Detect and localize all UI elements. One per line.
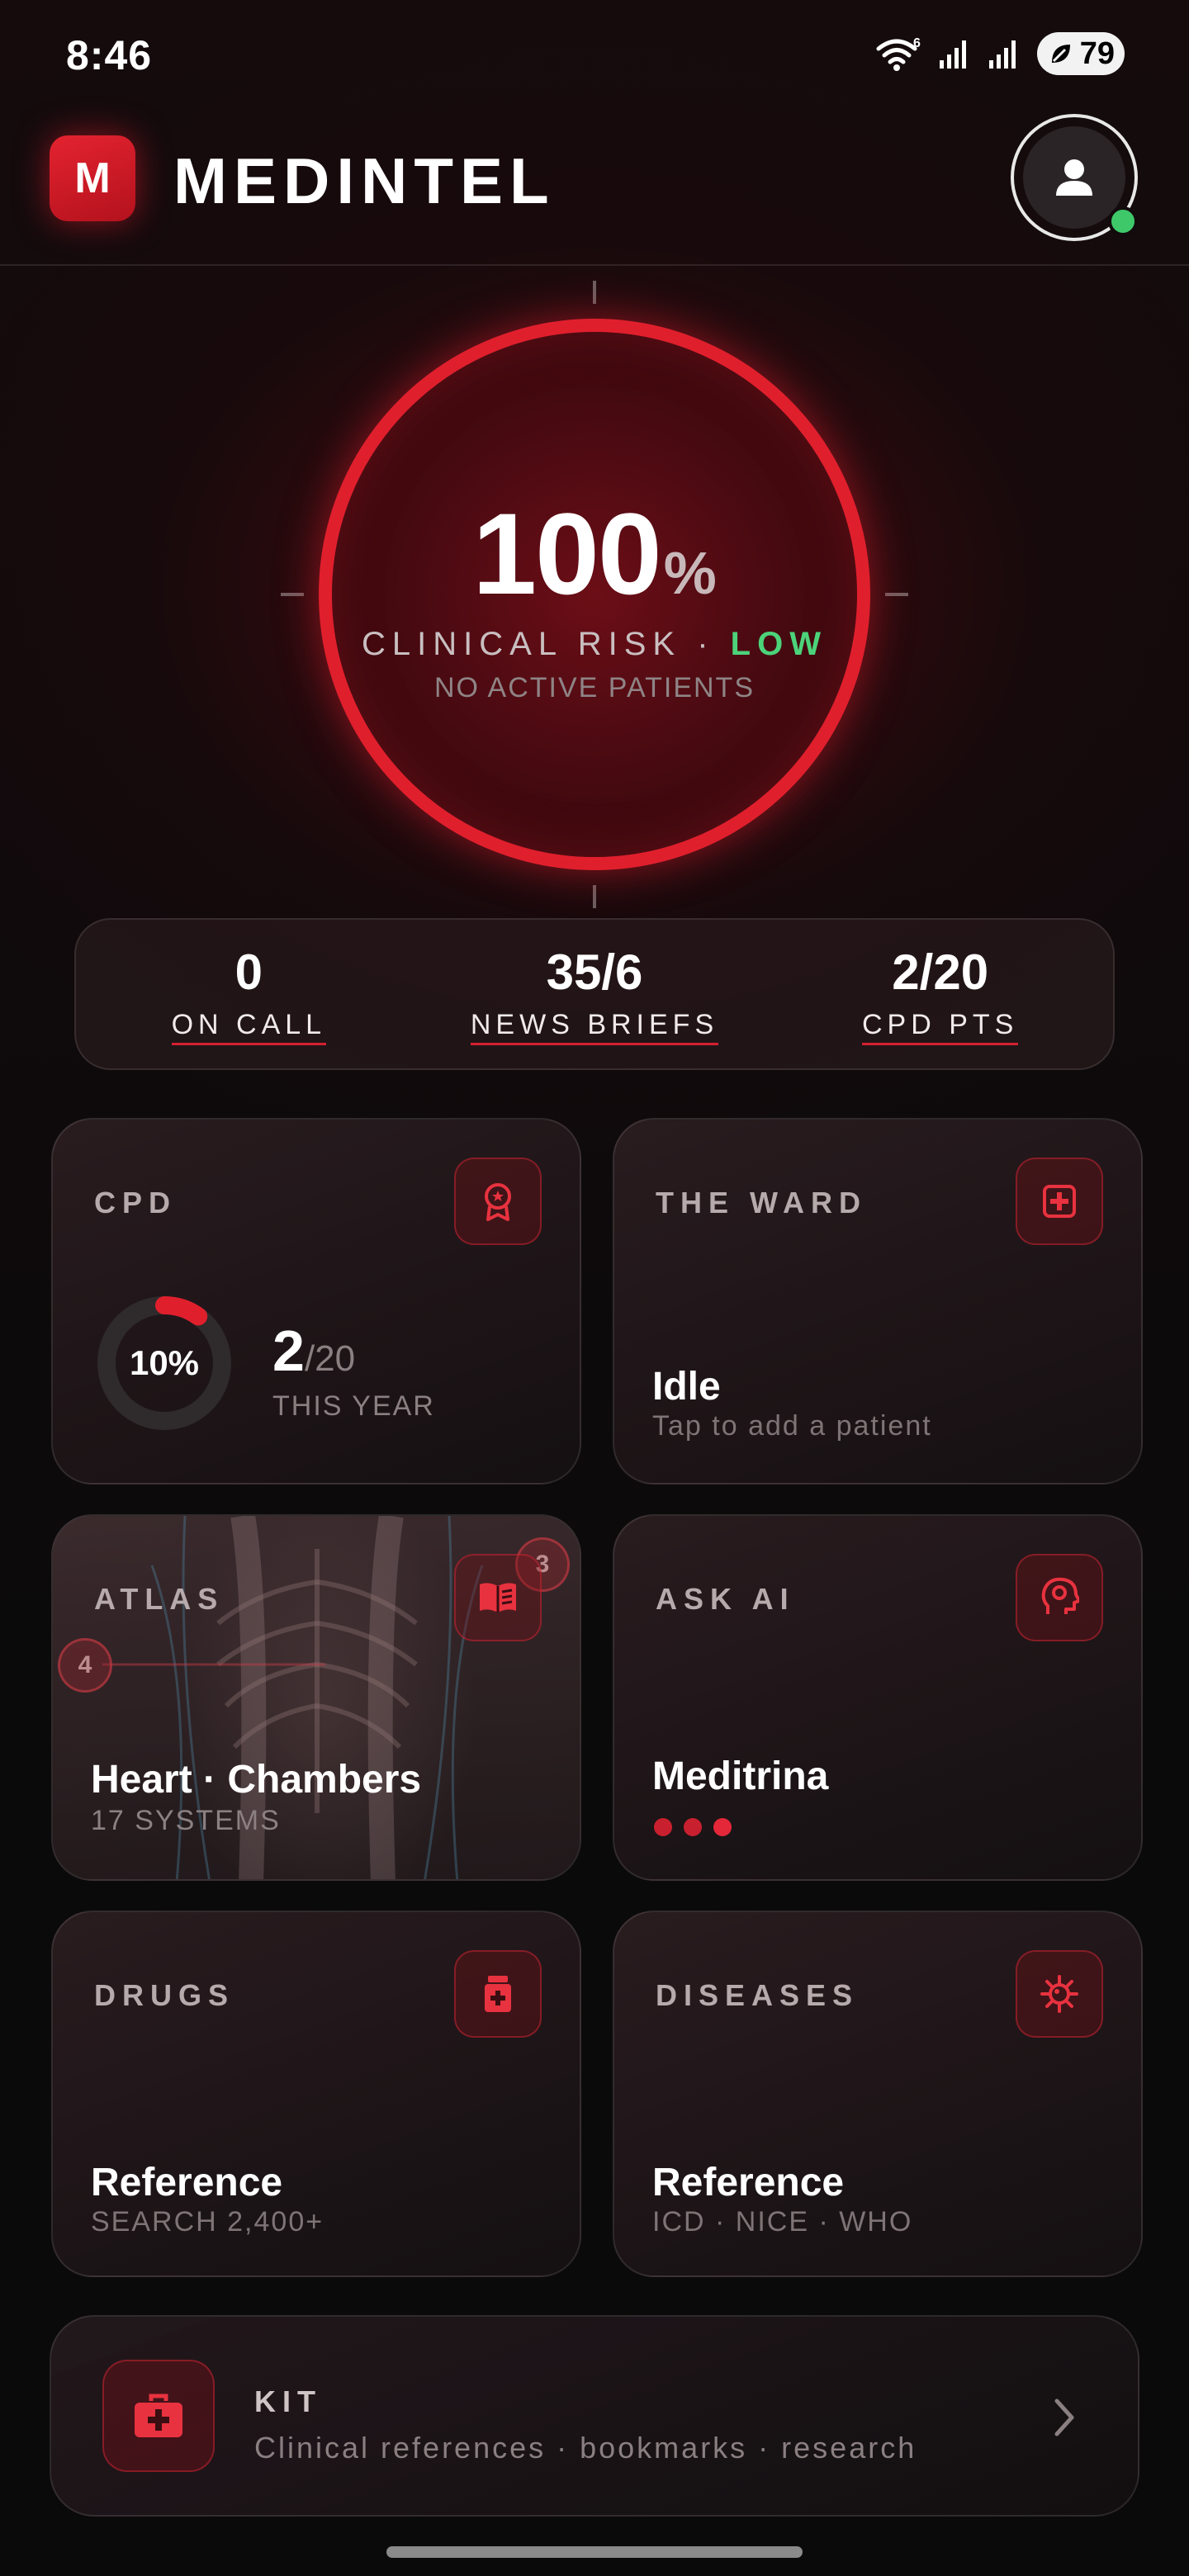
clinical-risk-gauge: 100% CLINICAL RISK · LOW NO ACTIVE PATIE…: [281, 281, 908, 908]
card-title: CPD: [94, 1186, 178, 1219]
status-time: 8:46: [66, 32, 153, 78]
brain-head-icon: [1016, 1554, 1103, 1641]
wifi-badge: 6: [913, 36, 921, 50]
cpd-count-total: /20: [304, 1338, 356, 1379]
profile-button[interactable]: [1011, 114, 1138, 241]
cpd-percent: 10%: [129, 1343, 200, 1382]
pill-bottle-icon: [454, 1950, 542, 2038]
card-title: THE WARD: [656, 1186, 867, 1219]
wifi-icon: 6: [876, 36, 921, 71]
online-status-dot: [1108, 206, 1138, 236]
atlas-marker[interactable]: 4: [58, 1638, 112, 1693]
signal-icon: [989, 40, 1016, 69]
stat-label: NEWS BRIEFS: [470, 1009, 719, 1045]
ward-hint: Tap to add a patient: [652, 1410, 932, 1442]
risk-level: LOW: [730, 626, 827, 662]
home-indicator[interactable]: [386, 2546, 803, 2558]
stat-on-call[interactable]: 0 ON CALL: [76, 920, 422, 1068]
stat-value: 35/6: [546, 944, 643, 1000]
card-title: ATLAS: [94, 1582, 225, 1616]
battery-level: 79: [1079, 36, 1115, 71]
signal-icon: [940, 40, 966, 69]
diseases-reference: Reference: [652, 2161, 845, 2204]
diseases-card[interactable]: DISEASES Reference ICD · NICE · WHO: [613, 1911, 1143, 2277]
virus-icon: [1016, 1950, 1103, 2038]
risk-label-text: CLINICAL RISK ·: [362, 626, 715, 662]
patients-status: NO ACTIVE PATIENTS: [433, 672, 756, 703]
stat-label: ON CALL: [171, 1009, 327, 1045]
cpd-count: 2/20: [272, 1318, 355, 1384]
atlas-systems: 17 SYSTEMS: [91, 1805, 281, 1836]
status-icons: 6 79: [875, 30, 1125, 78]
typing-dot: [713, 1818, 732, 1836]
gauge-number: 100: [472, 489, 662, 618]
battery-indicator: 79: [1037, 32, 1125, 75]
diseases-sources: ICD · NICE · WHO: [652, 2206, 913, 2237]
drugs-reference: Reference: [91, 2161, 283, 2204]
battery-saver-icon: [1052, 45, 1070, 63]
typing-indicator: [654, 1818, 732, 1836]
drugs-search-count: SEARCH 2,400+: [91, 2206, 324, 2237]
open-book-icon: [454, 1554, 542, 1641]
stats-strip: 0 ON CALL 35/6 NEWS BRIEFS 2/20 CPD PTS: [74, 918, 1115, 1070]
first-aid-kit-icon: [102, 2360, 215, 2472]
stat-cpd-points[interactable]: 2/20 CPD PTS: [767, 920, 1113, 1068]
drugs-card[interactable]: DRUGS Reference SEARCH 2,400+: [51, 1911, 581, 2277]
app-name: MEDINTEL: [173, 144, 556, 217]
stat-label: CPD PTS: [862, 1009, 1019, 1045]
gauge-tick: [593, 885, 596, 908]
gauge-tick: [593, 281, 596, 304]
typing-dot: [654, 1818, 672, 1836]
risk-label: CLINICAL RISK · LOW: [281, 626, 908, 663]
cpd-card[interactable]: CPD 10% 2/20 THIS YEAR: [51, 1118, 581, 1485]
stat-value: 2/20: [892, 944, 989, 1000]
status-bar: 8:46 6 79: [0, 0, 1189, 107]
gauge-unit: %: [663, 541, 717, 607]
stat-value: 0: [234, 944, 263, 1000]
app-logo: M: [50, 135, 135, 221]
logo-letter: M: [74, 154, 111, 202]
cpd-period: THIS YEAR: [272, 1390, 435, 1422]
card-title: DISEASES: [656, 1978, 860, 2012]
ward-card[interactable]: THE WARD Idle Tap to add a patient: [613, 1118, 1143, 1485]
chevron-right-icon: [1054, 2398, 1074, 2436]
kit-row[interactable]: KIT Clinical references · bookmarks · re…: [50, 2315, 1139, 2517]
app-header: M MEDINTEL: [0, 107, 1189, 266]
kit-description: Clinical references · bookmarks · resear…: [254, 2431, 917, 2465]
stat-news-briefs[interactable]: 35/6 NEWS BRIEFS: [422, 920, 768, 1068]
user-icon: [1056, 159, 1092, 196]
gauge-value: 100%: [281, 487, 908, 621]
atlas-card[interactable]: 4 3 ATLAS Heart · Chambers 17 SYSTEMS: [51, 1514, 581, 1881]
card-title: DRUGS: [94, 1978, 235, 2012]
medical-plus-icon: [1016, 1158, 1103, 1245]
award-icon: [454, 1158, 542, 1245]
card-title: ASK AI: [656, 1582, 795, 1616]
kit-title: KIT: [254, 2384, 322, 2418]
atlas-topic: Heart · Chambers: [91, 1758, 422, 1802]
typing-dot: [684, 1818, 702, 1836]
ai-assistant-name: Meditrina: [652, 1754, 829, 1798]
ask-ai-card[interactable]: ASK AI Meditrina: [613, 1514, 1143, 1881]
ward-status: Idle: [652, 1365, 721, 1409]
cpd-count-value: 2: [272, 1319, 305, 1383]
